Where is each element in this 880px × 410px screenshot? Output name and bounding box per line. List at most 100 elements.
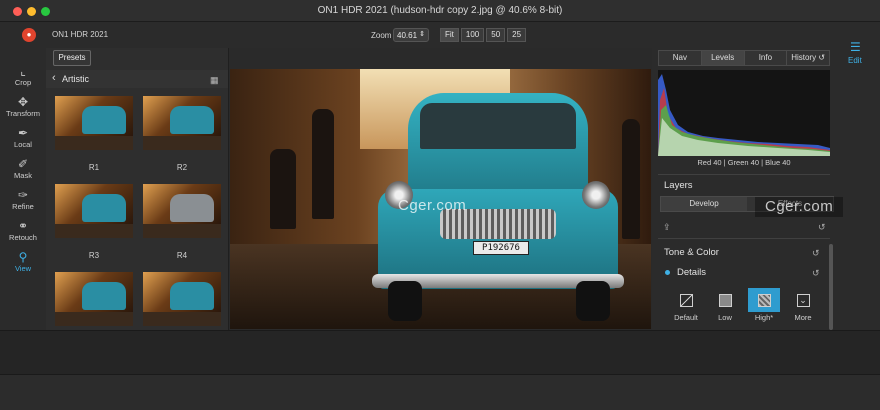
green-value: 40: [750, 158, 760, 167]
watermark-text: Cger.com: [755, 197, 844, 217]
tool-crop[interactable]: ⌞ Crop: [0, 64, 46, 87]
tool-label: Transform: [6, 109, 40, 118]
divider: [658, 238, 830, 239]
preset-label: R3: [88, 251, 100, 260]
default-slash-icon: [670, 288, 702, 312]
tab-nav[interactable]: Nav: [659, 51, 702, 65]
tab-levels[interactable]: Levels: [701, 51, 745, 65]
tool-transform[interactable]: ✥ Transform: [0, 95, 46, 118]
detail-low-button[interactable]: Low: [709, 288, 741, 322]
more-chevron-icon: ⌄: [787, 288, 819, 312]
filmstrip-area: [0, 330, 880, 374]
detail-high-button[interactable]: High*: [748, 288, 780, 322]
rgb-readout: Red 40 | Green 40 | Blue 40: [697, 158, 791, 167]
on1-logo-icon[interactable]: ●: [22, 28, 36, 42]
thumb-road: [143, 312, 221, 326]
category-header[interactable]: ‹ Artistic ▦: [46, 70, 228, 88]
app-name: ON1 HDR 2021: [52, 30, 109, 39]
car-headlight: [582, 181, 610, 209]
red-value: 40: [713, 158, 722, 167]
photo-person: [312, 109, 334, 219]
preset-thumb-r4[interactable]: [143, 184, 221, 238]
thumb-car: [82, 282, 126, 310]
tab-history[interactable]: History ↺: [787, 51, 829, 65]
thumb-road: [143, 136, 221, 150]
car-windshield: [420, 103, 576, 149]
module-selector: ☰ Edit: [836, 40, 880, 330]
high-detail-icon: [748, 288, 780, 312]
tool-label: Local: [14, 140, 32, 149]
edit-module-button[interactable]: ☰ Edit: [836, 40, 880, 70]
chevron-left-icon[interactable]: ‹: [52, 72, 56, 84]
refine-brush-icon: ✑: [17, 188, 29, 202]
tool-retouch[interactable]: ⚭ Retouch: [0, 219, 46, 242]
reset-icon[interactable]: ↺: [818, 222, 826, 233]
tool-local[interactable]: ✒ Local: [0, 126, 46, 149]
tool-mask[interactable]: ✐ Mask: [0, 157, 46, 180]
preset-thumb-r2[interactable]: [143, 96, 221, 150]
tool-view[interactable]: ⚲ View: [0, 250, 46, 273]
segment-develop[interactable]: Develop: [661, 197, 747, 211]
sliders-icon: ☰: [850, 40, 861, 54]
thumb-road: [143, 224, 221, 238]
layers-title[interactable]: Layers: [664, 180, 693, 191]
preset-label: R2: [176, 163, 188, 172]
window-titlebar: ON1 HDR 2021 (hudson-hdr copy 2.jpg @ 40…: [0, 0, 880, 22]
blue-label: Blue: [765, 158, 781, 167]
tab-history-label: History: [791, 53, 817, 62]
preset-label: Default: [674, 313, 698, 322]
watermark-text: Cger.com: [398, 197, 467, 214]
zoom-value: 40.61: [397, 31, 418, 40]
tone-color-title[interactable]: Tone & Color: [664, 247, 719, 258]
details-presets: Default Low High* ⌄ More: [670, 288, 819, 322]
zoom-presets: Fit 100 50 25: [440, 28, 527, 42]
detail-more-button[interactable]: ⌄ More: [787, 288, 819, 322]
zoom-select[interactable]: 40.61 ⇕: [393, 28, 429, 42]
mask-brush-icon: ✐: [17, 157, 29, 171]
car-wheel: [388, 281, 422, 321]
export-icon[interactable]: ⇪: [663, 222, 671, 233]
license-plate: P192676: [473, 241, 529, 255]
detail-default-button[interactable]: Default: [670, 288, 702, 322]
histogram: [658, 70, 830, 156]
thumb-car: [170, 106, 214, 134]
history-reset-icon: ↺: [818, 53, 826, 62]
category-name: Artistic: [62, 74, 89, 84]
preset-thumb-r1[interactable]: [55, 96, 133, 150]
details-enabled-dot[interactable]: [665, 270, 670, 275]
thumb-car: [170, 282, 214, 310]
red-label: Red: [697, 158, 712, 167]
app-header: ● ON1 HDR 2021 Zoom 40.61 ⇕ Fit 100 50 2…: [0, 22, 880, 48]
thumb-road: [55, 312, 133, 326]
tool-refine[interactable]: ✑ Refine: [0, 188, 46, 211]
panel-scrollbar[interactable]: [829, 244, 833, 330]
grid-view-icon[interactable]: ▦: [210, 75, 219, 86]
preset-thumb-r3[interactable]: [55, 184, 133, 238]
thumb-car: [170, 194, 214, 222]
tab-info[interactable]: Info: [744, 51, 788, 65]
chevron-updown-icon: ⇕: [419, 31, 425, 38]
crop-icon: ⌞: [20, 64, 26, 78]
car-wheel: [576, 281, 610, 321]
preset-label: R4: [176, 251, 188, 260]
reset-icon[interactable]: ↺: [812, 268, 820, 279]
presets-button[interactable]: Presets: [53, 50, 91, 66]
details-title[interactable]: Details: [677, 267, 706, 278]
zoom-label: Zoom: [371, 31, 392, 40]
zoom-fit-button[interactable]: Fit: [440, 28, 459, 42]
zoom-100-button[interactable]: 100: [460, 28, 485, 42]
preset-thumb-r5[interactable]: [55, 272, 133, 326]
preset-thumb-r6[interactable]: [143, 272, 221, 326]
retouch-icon: ⚭: [17, 219, 29, 233]
tool-well: ⌞ Crop ✥ Transform ✒ Local ✐ Mask ✑ Refi…: [0, 48, 46, 330]
blue-value: 40: [782, 158, 791, 167]
window-title: ON1 HDR 2021 (hudson-hdr copy 2.jpg @ 40…: [317, 5, 563, 16]
preset-browser: Presets ‹ Artistic ▦ R1 R2 R3 R4: [46, 48, 229, 330]
zoom-50-button[interactable]: 50: [486, 28, 506, 42]
reset-icon[interactable]: ↺: [812, 248, 820, 259]
photo-person: [270, 149, 296, 229]
tool-label: Mask: [14, 171, 32, 180]
zoom-25-button[interactable]: 25: [507, 28, 527, 42]
right-panel: Nav Levels Info History ↺ Red 40 | Green…: [652, 48, 836, 330]
tool-label: Refine: [12, 202, 34, 211]
